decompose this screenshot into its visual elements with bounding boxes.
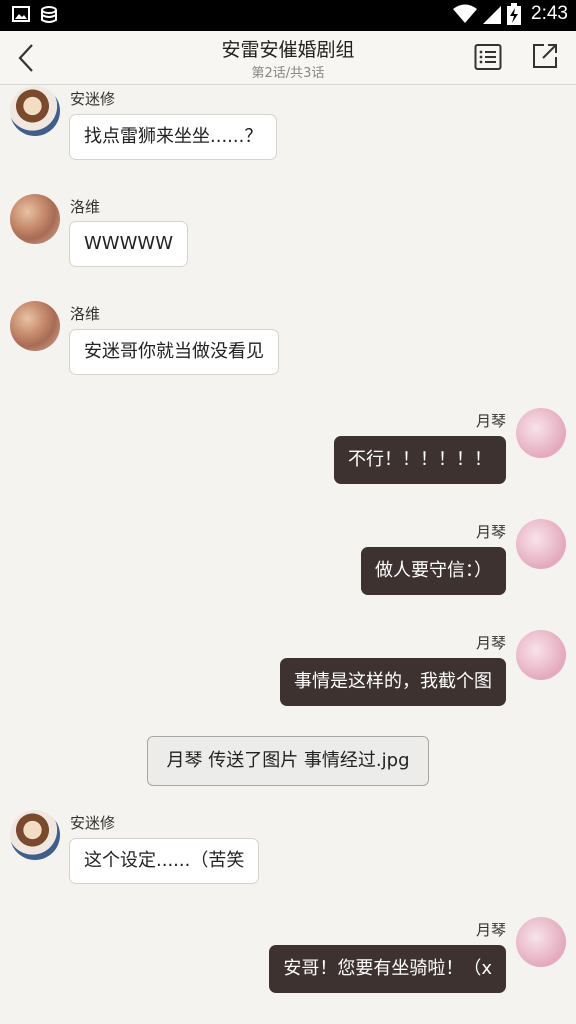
message-bubble[interactable]: 安迷哥你就当做没看见 <box>69 329 279 375</box>
share-icon <box>533 44 557 68</box>
storage-notification-icon <box>41 6 57 23</box>
sender-name: 安迷修 <box>70 90 116 108</box>
sender-name: 月琴 <box>475 634 506 652</box>
message-bubble[interactable]: 事情是这样的，我截个图 <box>280 658 506 706</box>
avatar-anmixiu[interactable] <box>10 810 60 860</box>
message-bubble[interactable]: 不行！！！！！！ <box>334 436 506 484</box>
sender-name: 月琴 <box>475 523 506 541</box>
cell-signal-icon <box>483 6 502 24</box>
avatar-yueqin[interactable] <box>516 630 566 680</box>
avatar-yueqin[interactable] <box>516 917 566 967</box>
image-notification-icon <box>12 6 30 22</box>
app-header: 安雷安催婚剧组 第2话/共3话 <box>0 31 576 85</box>
message-bubble[interactable]: 做人要守信：） <box>361 547 506 595</box>
avatar-anmixiu[interactable] <box>10 86 60 136</box>
avatar-yueqin[interactable] <box>516 408 566 458</box>
battery-charging-icon <box>507 3 522 25</box>
message-bubble[interactable]: WWWWW <box>69 221 188 267</box>
sender-name: 洛维 <box>70 198 101 216</box>
sender-name: 洛维 <box>70 305 101 323</box>
sender-name: 月琴 <box>475 412 506 430</box>
sender-name: 月琴 <box>475 921 506 939</box>
wifi-icon <box>453 4 478 23</box>
episode-list-button[interactable] <box>474 43 504 73</box>
message-bubble[interactable]: 安哥！您要有坐骑啦！（x <box>269 945 506 993</box>
status-bar: 2:43 <box>0 0 576 31</box>
sender-name: 安迷修 <box>70 814 116 832</box>
avatar-yueqin[interactable] <box>516 519 566 569</box>
message-bubble[interactable]: 这个设定......（苦笑 <box>69 838 260 884</box>
list-icon <box>474 44 502 70</box>
share-button[interactable] <box>532 43 560 71</box>
message-bubble[interactable]: 找点雷狮来坐坐......？ <box>69 114 278 160</box>
clock: 2:43 <box>531 3 568 24</box>
avatar-luowei[interactable] <box>10 194 60 244</box>
avatar-luowei[interactable] <box>10 301 60 351</box>
image-transfer-notice[interactable]: 月琴 传送了图片 事情经过.jpg <box>147 736 429 786</box>
